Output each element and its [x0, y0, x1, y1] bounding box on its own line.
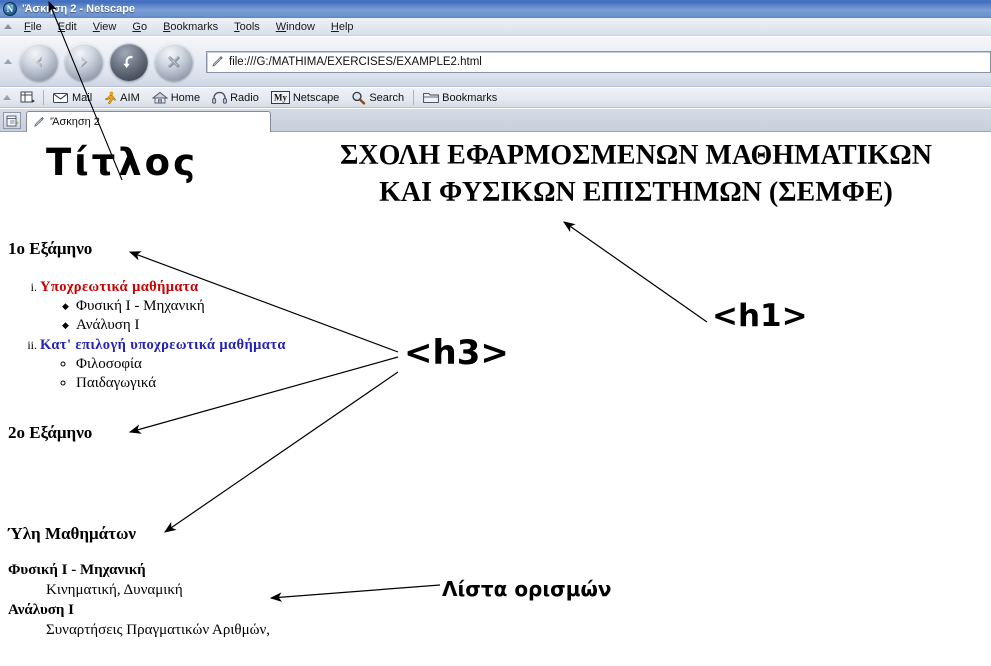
home-label: Home — [170, 91, 201, 104]
sidebar-tab-icon — [20, 91, 35, 103]
menu-edit[interactable]: Edit — [50, 20, 85, 34]
html-document: Τίτλος ΣΧΟΛΗ ΕΦΑΡΜΟΣΜΕΝΩΝ ΜΑΘΗΜΑΤΙΚΩΝ ΚΑ… — [0, 133, 991, 666]
mail-label: Mail — [72, 91, 93, 104]
search-button[interactable]: Search — [345, 89, 410, 107]
radio-button[interactable]: Radio — [206, 89, 265, 107]
aim-label: AIM — [120, 91, 140, 104]
sidebar-tab-button[interactable] — [14, 89, 40, 107]
menu-tools[interactable]: Tools — [226, 20, 268, 34]
heading-syllabus: Ύλη Μαθημάτων — [8, 524, 136, 543]
bookmarks-label: Bookmarks — [442, 91, 498, 104]
definition-desc: Συναρτήσεις Πραγματικών Αριθμών, — [46, 622, 271, 638]
envelope-icon — [53, 92, 68, 103]
close-x-icon — [168, 55, 180, 68]
menubar-grip[interactable] — [0, 18, 16, 36]
titlebar: N 'Άσκηση 2 - Netscape — [0, 0, 991, 18]
address-bar[interactable]: file:///G:/MATHIMA/EXERCISES/EXAMPLE2.ht… — [206, 50, 991, 73]
definition-list: Φυσική Ι - Μηχανική Κινηματική, Δυναμική… — [8, 561, 270, 641]
list-item: Υποχρεωτικά μαθήματα Φυσική Ι - Μηχανική… — [40, 279, 286, 335]
reload-button[interactable] — [110, 42, 148, 81]
navbar-grip[interactable] — [0, 37, 16, 87]
search-label: Search — [369, 91, 405, 104]
toolbar-separator-2 — [413, 90, 415, 105]
list-item: Ανάλυση Ι — [62, 316, 286, 335]
menu-file[interactable]: FFileile — [16, 20, 50, 34]
aim-button[interactable]: AIM — [98, 89, 146, 107]
sidebar-toggle-icon[interactable] — [3, 112, 21, 129]
definition-term: Φυσική Ι - Μηχανική — [8, 562, 146, 578]
browser-window: N 'Άσκηση 2 - Netscape FFileile Edit Vie… — [0, 0, 991, 666]
arrow-right-icon — [80, 55, 88, 67]
my-netscape-label: Netscape — [292, 91, 340, 104]
mail-button[interactable]: Mail — [47, 89, 98, 107]
menu-view[interactable]: View — [85, 20, 125, 34]
headphones-icon — [212, 91, 227, 104]
list-item: Παιδαγωγικά — [76, 374, 286, 393]
reload-arrow-icon — [123, 55, 133, 68]
list-item: Κατ' επιλογή υποχρεωτικά μαθήματα Φιλοσο… — [40, 337, 286, 393]
menu-window[interactable]: Window — [268, 20, 323, 34]
annotation-h1-label: <h1> — [712, 298, 808, 334]
forward-button[interactable] — [65, 42, 103, 81]
heading-semester-1: 1ο Εξάμηνο — [8, 239, 93, 258]
heading-semester-2: 2ο Εξάμηνο — [8, 423, 93, 442]
folder-icon — [423, 93, 440, 103]
running-man-icon — [105, 91, 117, 104]
bookmarks-button[interactable]: Bookmarks — [417, 89, 503, 107]
doc-title-text: Τίτλος — [46, 141, 199, 184]
url-text[interactable]: file:///G:/MATHIMA/EXERCISES/EXAMPLE2.ht… — [229, 56, 482, 68]
course-sublist-required: Φυσική Ι - Μηχανική Ανάλυση Ι — [40, 297, 286, 335]
house-icon — [151, 91, 168, 104]
list-item: Φυσική Ι - Μηχανική — [62, 297, 286, 316]
back-button[interactable] — [20, 42, 58, 81]
window-title: 'Άσκηση 2 - Netscape — [22, 3, 136, 15]
tabstrip: 'Άσκηση 2 — [0, 109, 991, 132]
tab-label: 'Άσκηση 2 — [50, 116, 100, 128]
toolbar-separator — [43, 90, 44, 105]
arrow-left-icon — [34, 55, 42, 67]
home-button[interactable]: Home — [146, 89, 206, 107]
list-item: Φιλοσοφία — [76, 355, 286, 374]
stop-button[interactable] — [155, 42, 193, 81]
menubar: FFileile Edit View Go Bookmarks Tools Wi… — [0, 18, 991, 36]
course-group-label: Κατ' επιλογή υποχρεωτικά μαθήματα — [40, 337, 286, 353]
h1-line-1: ΣΧΟΛΗ ΕΦΑΡΜΟΣΜΕΝΩΝ ΜΑΘΗΜΑΤΙΚΩΝ — [340, 140, 932, 171]
netscape-n-icon: N — [3, 2, 17, 16]
magnifier-icon — [352, 91, 366, 105]
course-sublist-optional: Φιλοσοφία Παιδαγωγικά — [40, 355, 286, 393]
navigation-toolbar: file:///G:/MATHIMA/EXERCISES/EXAMPLE2.ht… — [0, 37, 991, 87]
my-netscape-button[interactable]: My Netscape — [265, 89, 345, 107]
course-group-label: Υποχρεωτικά μαθήματα — [40, 279, 199, 295]
page-h1: ΣΧΟΛΗ ΕΦΑΡΜΟΣΜΕΝΩΝ ΜΑΘΗΜΑΤΙΚΩΝ ΚΑΙ ΦΥΣΙΚ… — [282, 137, 990, 211]
page-viewport: Τίτλος ΣΧΟΛΗ ΕΦΑΡΜΟΣΜΕΝΩΝ ΜΑΘΗΜΑΤΙΚΩΝ ΚΑ… — [0, 133, 991, 666]
annotation-deflist-label: Λίστα ορισμών — [442, 577, 612, 601]
tab-askisi-2[interactable]: 'Άσκηση 2 — [26, 111, 271, 132]
menu-help[interactable]: Help — [323, 20, 362, 34]
personal-toolbar-grip[interactable] — [0, 88, 14, 108]
h1-line-2: ΚΑΙ ΦΥΣΙΚΩΝ ΕΠΙΣΤΗΜΩΝ (ΣΕΜΦΕ) — [379, 177, 893, 208]
page-pencil-icon — [34, 117, 44, 127]
personal-toolbar: Mail AIM Home Radio My Netscape Search B… — [0, 88, 991, 108]
definition-term: Ανάλυση Ι — [8, 602, 74, 618]
definition-desc: Κινηματική, Δυναμική — [46, 582, 183, 598]
my-badge-icon: My — [270, 91, 290, 104]
pencil-page-icon — [212, 56, 223, 67]
annotation-h3-label: <h3> — [404, 333, 509, 373]
menu-bookmarks[interactable]: Bookmarks — [155, 20, 226, 34]
menu-go[interactable]: Go — [124, 20, 155, 34]
svg-text:My: My — [274, 93, 287, 103]
radio-label: Radio — [230, 91, 259, 104]
course-list: Υποχρεωτικά μαθήματα Φυσική Ι - Μηχανική… — [0, 279, 286, 395]
